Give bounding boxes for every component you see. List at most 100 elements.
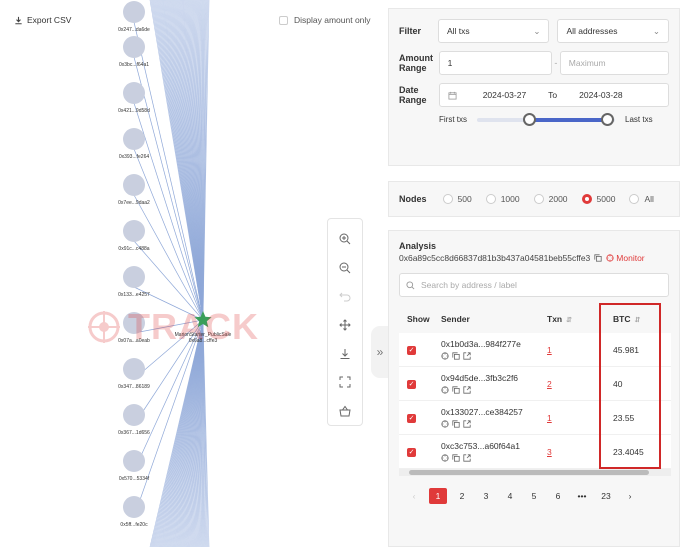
- copy-icon[interactable]: [452, 420, 460, 428]
- collapse-panel-button[interactable]: »: [371, 326, 389, 378]
- nodes-option-5000[interactable]: 5000: [581, 194, 615, 204]
- sender-address[interactable]: 0x1b0d3a...984f277e: [441, 339, 547, 350]
- copy-icon[interactable]: [452, 386, 460, 394]
- external-link-icon[interactable]: [463, 386, 471, 394]
- txn-link[interactable]: 1: [547, 345, 552, 355]
- external-link-icon[interactable]: [463, 352, 471, 360]
- nodes-option-label: 2000: [548, 194, 568, 204]
- slider-handle-high[interactable]: [600, 112, 614, 126]
- date-range-picker[interactable]: 2024-03-27 To 2024-03-28: [438, 83, 669, 107]
- copy-icon[interactable]: [452, 454, 460, 462]
- next-page-button[interactable]: ›: [621, 488, 639, 504]
- nodes-option-1000[interactable]: 1000: [485, 194, 520, 204]
- slider-track[interactable]: [477, 112, 615, 126]
- nodes-option-all[interactable]: All: [629, 194, 654, 204]
- download-graph-button[interactable]: [333, 342, 357, 365]
- export-csv-button[interactable]: Export CSV: [14, 15, 71, 25]
- amount-max-input[interactable]: Maximum: [559, 51, 669, 75]
- external-link-icon[interactable]: [463, 420, 471, 428]
- checkbox-box[interactable]: [279, 15, 288, 25]
- node-label: 0x3bc...f64a1: [119, 62, 149, 68]
- external-link-icon[interactable]: [463, 454, 471, 462]
- nodes-option-500[interactable]: 500: [442, 194, 472, 204]
- col-btc[interactable]: BTC ⇵: [599, 314, 665, 324]
- filter-label: Filter: [399, 26, 422, 36]
- page-button[interactable]: 23: [597, 488, 615, 504]
- prev-page-button[interactable]: ‹: [405, 488, 423, 504]
- slider-handle-low[interactable]: [523, 112, 537, 126]
- scrollbar-thumb[interactable]: [409, 470, 649, 475]
- monitor-icon[interactable]: [441, 352, 449, 360]
- monitor-icon[interactable]: [441, 386, 449, 394]
- show-cell: ✓: [399, 378, 441, 389]
- monitor-button[interactable]: Monitor: [606, 253, 645, 263]
- zoom-out-button[interactable]: [333, 257, 357, 280]
- radio-5000[interactable]: [581, 194, 592, 204]
- search-input[interactable]: Search by address / label: [399, 273, 669, 297]
- date-to[interactable]: 2024-03-28: [579, 90, 622, 100]
- sender-cell: 0xc3c753...a60f64a1: [441, 441, 547, 462]
- copy-icon[interactable]: [452, 352, 460, 360]
- chevron-down-icon: ⌄: [652, 25, 660, 36]
- tx-range-slider[interactable]: First txs Last txs: [439, 112, 669, 126]
- node-label: 0x421...9d58d: [118, 108, 150, 114]
- chevron-right-icon: ›: [628, 491, 632, 501]
- double-chevron-right-icon: »: [376, 345, 384, 359]
- radio-all[interactable]: [629, 194, 640, 204]
- show-checkbox[interactable]: ✓: [407, 413, 416, 423]
- col-txn[interactable]: Txn ⇵: [547, 314, 599, 324]
- basket-button[interactable]: [333, 399, 357, 422]
- page-button[interactable]: 4: [501, 488, 519, 504]
- sort-icon[interactable]: ⇵: [566, 317, 572, 324]
- graph-svg: 0x247...da6de 0x3bc...f64a1 0x421...9d58d 0…: [118, 0, 232, 547]
- addresses-select[interactable]: All addresses ⌄: [557, 19, 669, 43]
- btc-cell: 45.981: [613, 344, 639, 355]
- txn-link[interactable]: 2: [547, 379, 552, 389]
- zoom-in-button[interactable]: [333, 228, 357, 251]
- fullscreen-button[interactable]: [333, 371, 357, 394]
- display-amount-checkbox[interactable]: Display amount only: [279, 15, 371, 25]
- show-cell: ✓: [399, 446, 441, 457]
- radio-2000[interactable]: [533, 194, 544, 204]
- txn-link[interactable]: 3: [547, 447, 552, 457]
- show-checkbox[interactable]: ✓: [407, 345, 416, 355]
- btc-cell: 23.55: [613, 412, 635, 423]
- page-button[interactable]: 1: [429, 488, 447, 504]
- sender-address[interactable]: 0xc3c753...a60f64a1: [441, 441, 547, 452]
- copy-icon[interactable]: [594, 254, 602, 262]
- page-button[interactable]: 6: [549, 488, 567, 504]
- filter-panel: Filter All txs ⌄ All addresses ⌄ Amount …: [388, 8, 680, 166]
- sender-address[interactable]: 0x133027...ce384257: [441, 407, 547, 418]
- undo-button[interactable]: [333, 285, 357, 308]
- show-cell: ✓: [399, 412, 441, 423]
- graph-node: [123, 220, 145, 242]
- page-button[interactable]: 2: [453, 488, 471, 504]
- node-label: 0x570...5334f: [119, 476, 150, 482]
- show-checkbox[interactable]: ✓: [407, 447, 416, 457]
- horizontal-scrollbar[interactable]: [399, 469, 671, 476]
- sort-icon[interactable]: ⇵: [634, 317, 640, 324]
- move-button[interactable]: [333, 314, 357, 337]
- search-placeholder: Search by address / label: [421, 280, 517, 290]
- export-csv-label: Export CSV: [27, 15, 72, 25]
- monitor-icon[interactable]: [441, 420, 449, 428]
- monitor-icon[interactable]: [441, 454, 449, 462]
- radio-1000[interactable]: [485, 194, 496, 204]
- nodes-option-label: 1000: [500, 194, 520, 204]
- txn-link[interactable]: 1: [547, 413, 552, 423]
- radio-500[interactable]: [442, 194, 453, 204]
- nodes-option-label: 500: [457, 194, 472, 204]
- node-label: 0x5ff...fe20c: [120, 522, 148, 528]
- nodes-option-2000[interactable]: 2000: [533, 194, 568, 204]
- page-button[interactable]: 5: [525, 488, 543, 504]
- page-button[interactable]: 3: [477, 488, 495, 504]
- date-from[interactable]: 2024-03-27: [483, 90, 526, 100]
- graph-canvas[interactable]: 0x247...da6de 0x3bc...f64a1 0x421...9d58d 0…: [0, 0, 389, 547]
- graph-node: [123, 404, 145, 426]
- col-txn-label: Txn: [547, 314, 563, 324]
- pagination-ellipsis[interactable]: •••: [573, 488, 591, 504]
- sender-address[interactable]: 0x94d5de...3fb3c2f6: [441, 373, 547, 384]
- txs-select[interactable]: All txs ⌄: [437, 19, 550, 43]
- amount-min-input[interactable]: 1: [438, 51, 552, 75]
- show-checkbox[interactable]: ✓: [407, 379, 416, 389]
